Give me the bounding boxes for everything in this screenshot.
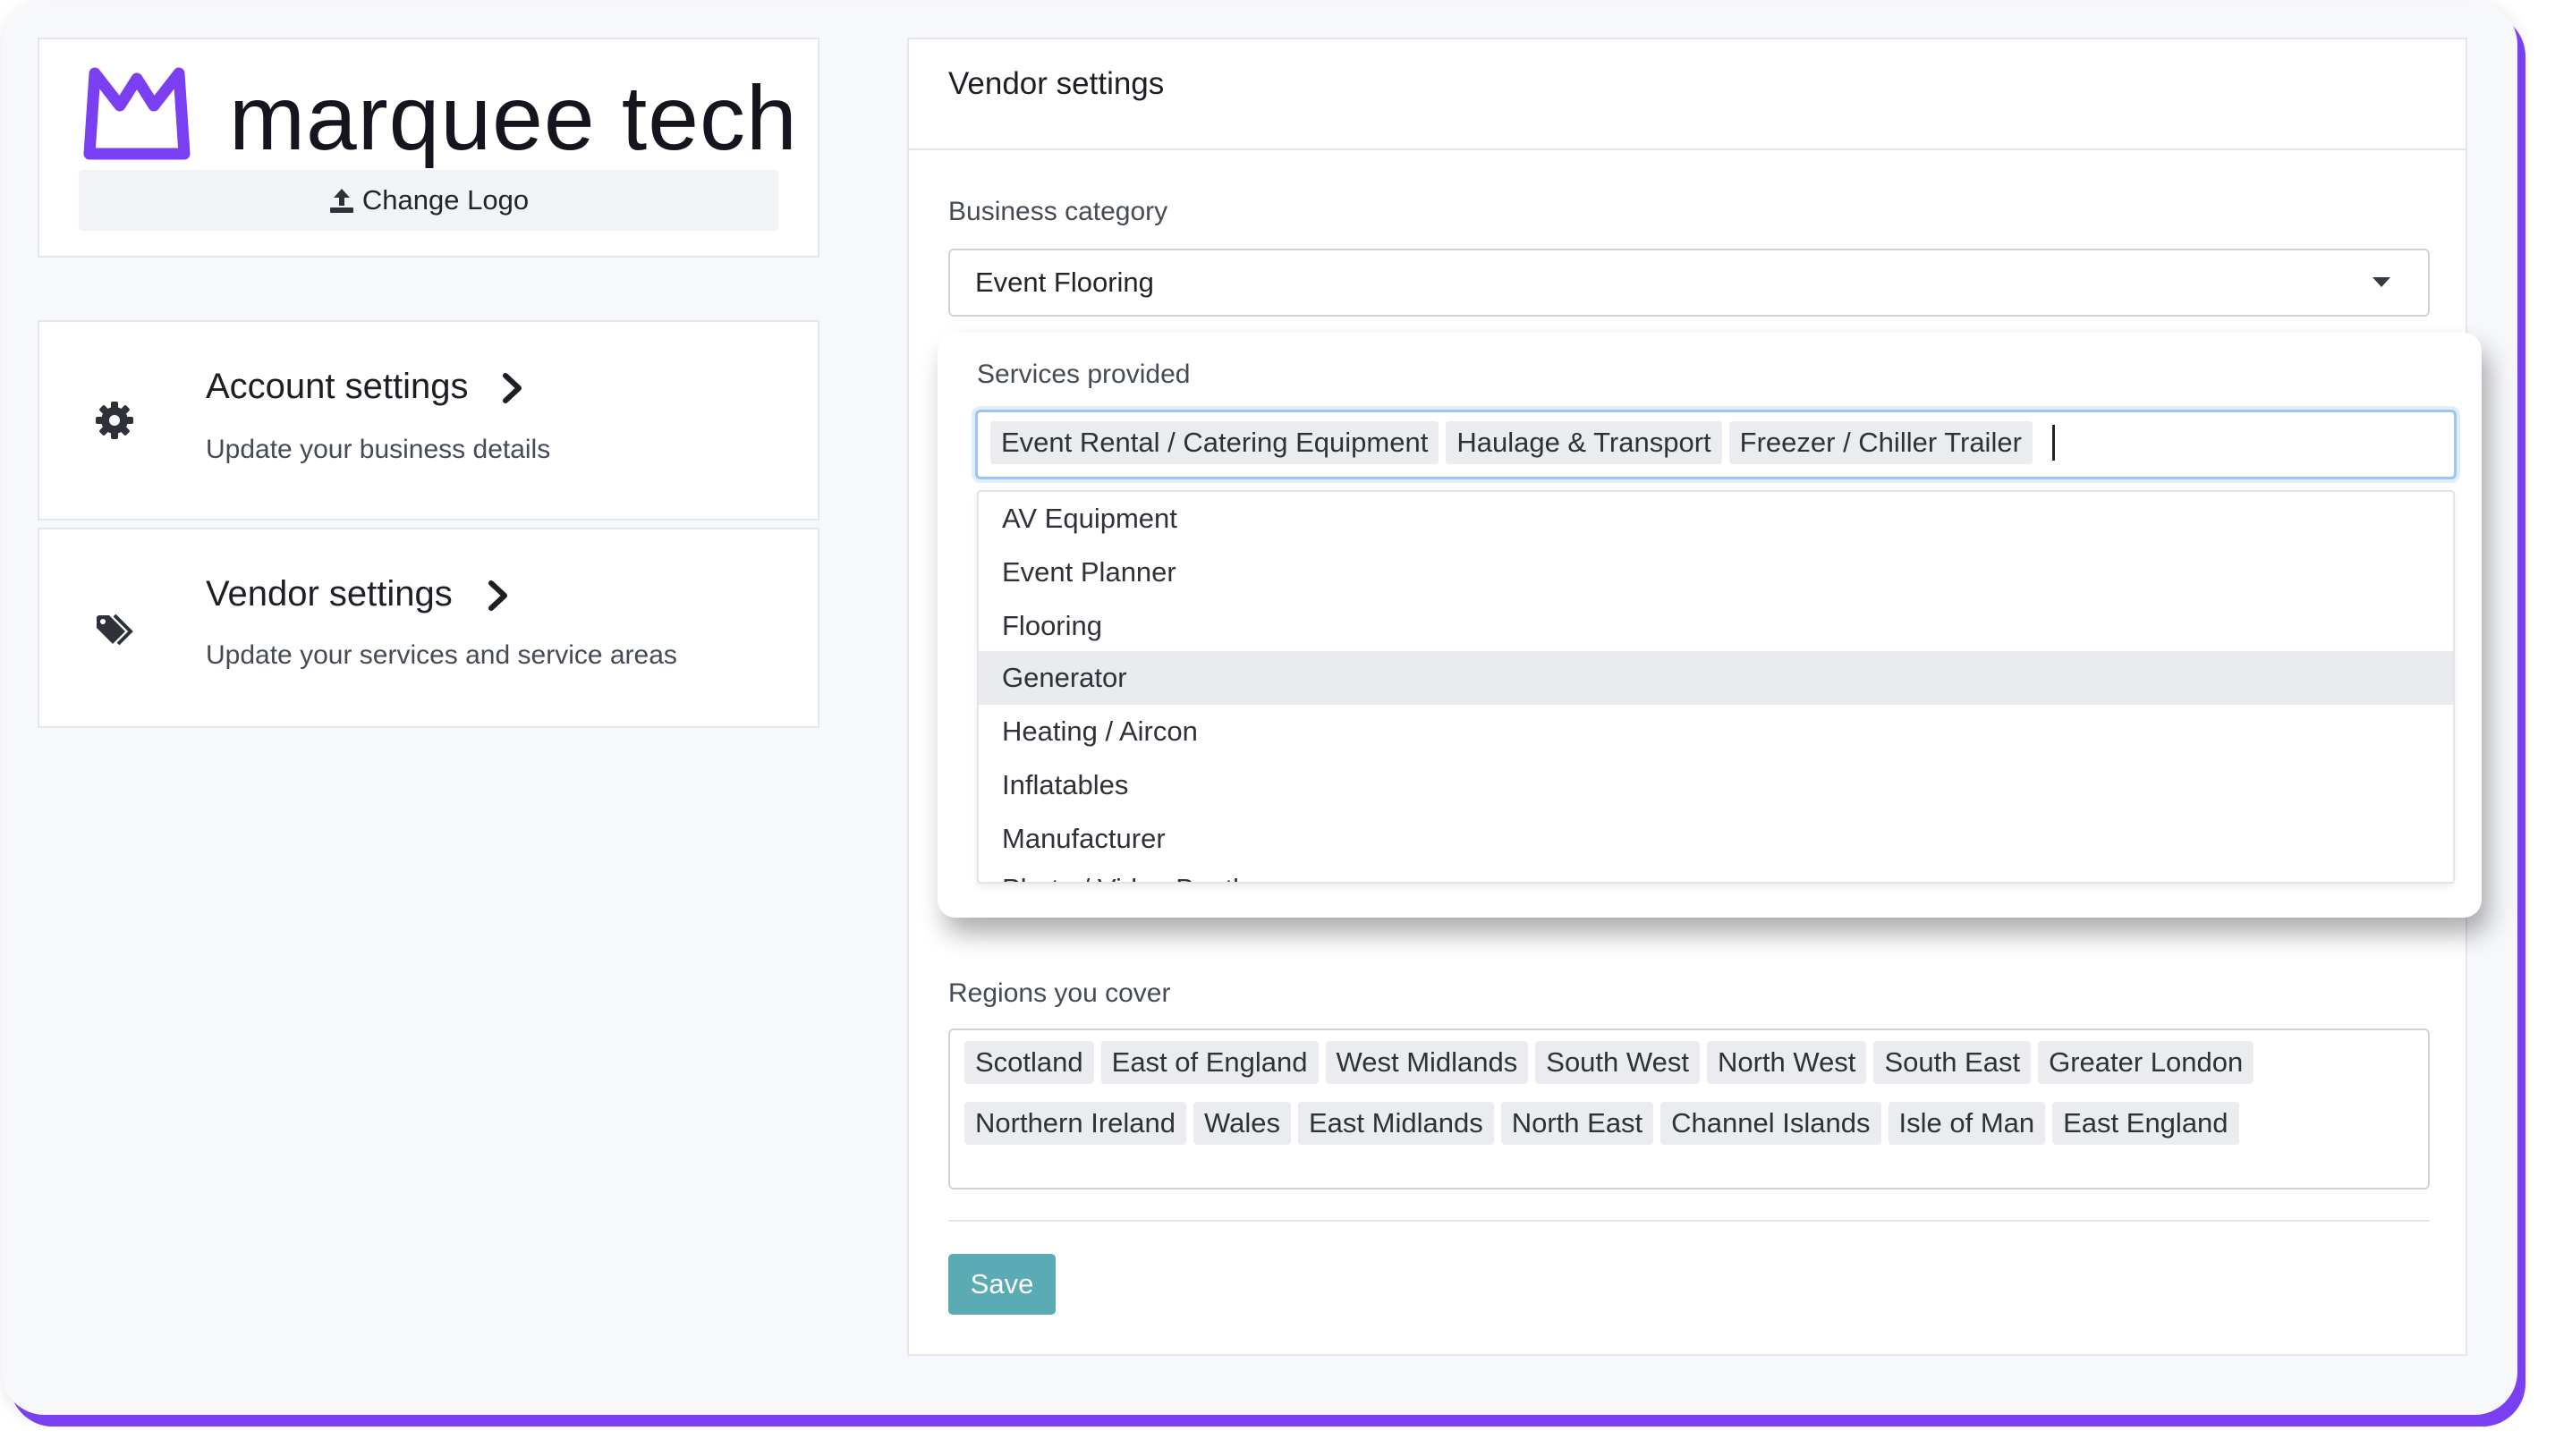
regions-tags: Scotland East of England West Midlands S… [964, 1041, 2414, 1145]
chevron-right-icon [488, 580, 507, 611]
tags-icon [97, 614, 133, 646]
change-logo-button[interactable]: Change Logo [79, 170, 778, 231]
text-cursor [2051, 425, 2055, 461]
region-tag[interactable]: West Midlands [1325, 1041, 1529, 1084]
dropdown-option[interactable]: Heating / Aircon [979, 705, 2453, 758]
services-selected-tags: Event Rental / Catering Equipment Haulag… [990, 421, 2055, 464]
panel-header: Vendor settings [909, 39, 2466, 150]
services-provided-label: Services provided [977, 360, 1191, 389]
services-provided-panel: Services provided Event Rental / Caterin… [938, 333, 2482, 918]
divider [948, 1220, 2430, 1222]
dropdown-option[interactable]: Event Planner [979, 546, 2453, 599]
account-settings-subtitle: Update your business details [206, 435, 551, 464]
caret-down-icon [2372, 277, 2390, 287]
region-tag[interactable]: East England [2052, 1102, 2239, 1145]
app-window: marquee tech Change Logo Account setting… [2, 2, 2517, 1415]
region-tag[interactable]: South West [1535, 1041, 1700, 1084]
region-tag[interactable]: North East [1500, 1102, 1654, 1145]
services-dropdown-list[interactable]: AV Equipment Event Planner Flooring Gene… [977, 490, 2455, 884]
region-tag[interactable]: East Midlands [1298, 1102, 1494, 1145]
dropdown-option[interactable]: Flooring [979, 599, 2453, 653]
business-category-select[interactable]: Event Flooring [948, 249, 2430, 317]
region-tag[interactable]: Scotland [964, 1041, 1094, 1084]
region-tag[interactable]: Northern Ireland [964, 1102, 1187, 1145]
services-multiselect-input[interactable]: Event Rental / Catering Equipment Haulag… [975, 410, 2457, 479]
service-tag[interactable]: Haulage & Transport [1446, 421, 1722, 464]
service-tag[interactable]: Event Rental / Catering Equipment [990, 421, 1439, 464]
vendor-settings-title: Vendor settings [206, 574, 453, 614]
dropdown-option-highlighted[interactable]: Generator [979, 651, 2453, 705]
page-title: Vendor settings [948, 66, 1165, 101]
change-logo-label: Change Logo [361, 184, 530, 216]
region-tag[interactable]: Wales [1193, 1102, 1291, 1145]
service-tag[interactable]: Freezer / Chiller Trailer [1728, 421, 2033, 464]
region-tag[interactable]: Channel Islands [1660, 1102, 1881, 1145]
regions-multiselect[interactable]: Scotland East of England West Midlands S… [948, 1029, 2430, 1189]
business-category-value: Event Flooring [975, 267, 1154, 298]
gear-icon [96, 402, 133, 439]
dropdown-option[interactable]: AV Equipment [979, 492, 2453, 546]
logo-card: marquee tech Change Logo [38, 38, 819, 258]
account-settings-card[interactable]: Account settings Update your business de… [38, 320, 819, 521]
region-tag[interactable]: Greater London [2038, 1041, 2254, 1084]
brand-name: marquee tech [229, 67, 798, 169]
dropdown-option[interactable]: Manufacturer [979, 812, 2453, 866]
vendor-settings-card[interactable]: Vendor settings Update your services and… [38, 528, 819, 728]
save-button[interactable]: Save [948, 1254, 1056, 1315]
business-category-label: Business category [948, 197, 1168, 226]
regions-label: Regions you cover [948, 978, 1171, 1008]
marquee-logo-icon [83, 67, 191, 160]
chevron-right-icon [503, 373, 522, 403]
region-tag[interactable]: North West [1706, 1041, 1867, 1084]
region-tag[interactable]: East of England [1100, 1041, 1319, 1084]
region-tag[interactable]: Isle of Man [1888, 1102, 2046, 1145]
dropdown-option[interactable]: Inflatables [979, 758, 2453, 812]
vendor-settings-subtitle: Update your services and service areas [206, 640, 677, 670]
region-tag[interactable]: South East [1873, 1041, 2032, 1084]
upload-icon [329, 189, 353, 213]
account-settings-title: Account settings [206, 367, 469, 406]
dropdown-option[interactable]: Photo / Video Booth [979, 862, 2453, 882]
